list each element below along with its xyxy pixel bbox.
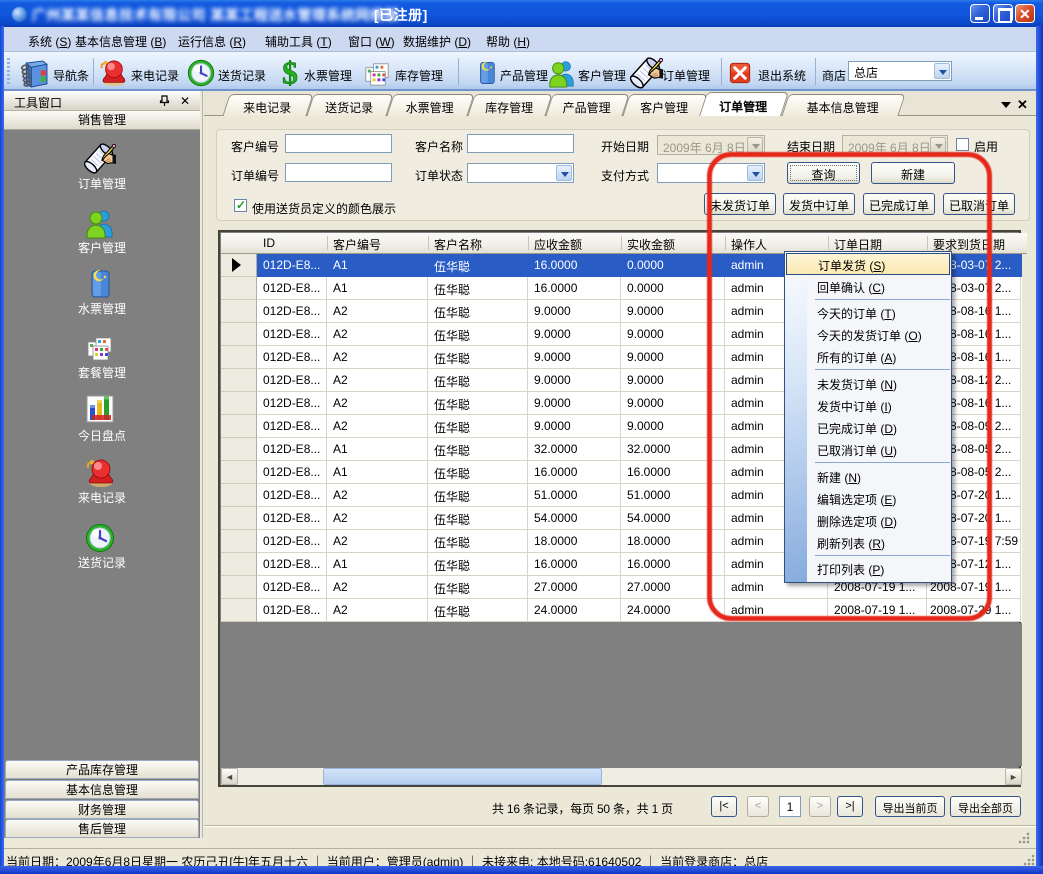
- svg-text:$: $: [282, 58, 298, 86]
